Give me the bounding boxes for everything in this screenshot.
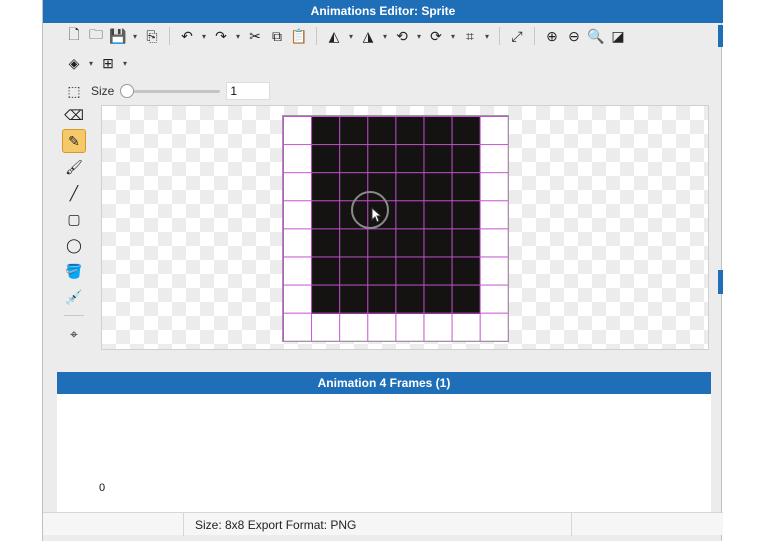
toolbar-separator (316, 27, 317, 45)
line-tool-icon[interactable]: ╱ (62, 181, 86, 205)
frames-header: Animation 4 Frames (1) (57, 372, 711, 394)
pencil-tool-icon[interactable]: ✎ (62, 129, 86, 153)
sprite-canvas[interactable] (282, 115, 509, 342)
cut-icon[interactable]: ✂ (244, 25, 266, 47)
redo-icon[interactable]: ↷ (210, 25, 232, 47)
crop-chevron-icon[interactable]: ▾ (481, 25, 493, 47)
rotate-right-icon[interactable]: ⟳ (425, 25, 447, 47)
grid-icon[interactable]: ⊞ (97, 52, 119, 74)
redo-menu-chevron-icon[interactable]: ▾ (232, 25, 244, 47)
toolbar-separator (169, 27, 170, 45)
size-input[interactable]: 1 (226, 82, 271, 100)
brush-tool-icon[interactable]: 🖌 (62, 155, 86, 179)
rotate-left-icon[interactable]: ⟲ (391, 25, 413, 47)
status-divider (183, 513, 184, 536)
tool-palette: ⌫ ✎ 🖌 ╱ ▢ ◯ 🪣 💉 ⌖ (61, 103, 87, 348)
frames-panel: Animation 4 Frames (1) 0 (57, 372, 711, 512)
animations-editor-window: Animations Editor: Sprite 🗋 🗀 💾 ▾ ⎘ ↶ ▾ ↷ ▾ ✂ ⧉ 📋 ◭ ▾… (42, 0, 723, 541)
copy-icon[interactable]: ⧉ (266, 25, 288, 47)
size-slider[interactable] (120, 83, 221, 99)
flip-horizontal-chevron-icon[interactable]: ▾ (345, 25, 357, 47)
size-slider-track (120, 90, 221, 93)
tool-separator (64, 315, 84, 316)
background-blue-strip (718, 270, 723, 294)
toolbar-separator (534, 27, 535, 45)
rotate-right-chevron-icon[interactable]: ▾ (447, 25, 459, 47)
status-divider (571, 513, 572, 536)
save-menu-chevron-icon[interactable]: ▾ (129, 25, 141, 47)
flip-vertical-icon[interactable]: ◮ (357, 25, 379, 47)
export-icon[interactable]: ⎘ (141, 25, 163, 47)
mouse-cursor-icon (371, 207, 383, 223)
background-blue-strip (718, 25, 723, 47)
flip-horizontal-icon[interactable]: ◭ (323, 25, 345, 47)
screen: Animations Editor: Sprite 🗋 🗀 💾 ▾ ⎘ ↶ ▾ ↷ ▾ ✂ ⧉ 📋 ◭ ▾… (0, 0, 763, 541)
eyedropper-tool-icon[interactable]: 💉 (62, 285, 86, 309)
pixel-grid (283, 116, 508, 341)
layers-chevron-icon[interactable]: ▾ (85, 52, 97, 74)
secondary-toolbar: ◈ ▾ ⊞ ▾ (63, 50, 131, 76)
marquee-select-icon[interactable]: ⬚ (63, 80, 85, 102)
rotate-left-chevron-icon[interactable]: ▾ (413, 25, 425, 47)
undo-menu-chevron-icon[interactable]: ▾ (198, 25, 210, 47)
save-icon[interactable]: 💾 (107, 25, 129, 47)
zoom-fit-icon[interactable]: 🔍 (585, 25, 607, 47)
status-text: Size: 8x8 Export Format: PNG (195, 518, 357, 532)
frame-index-label: 0 (99, 482, 106, 494)
editor-main: 🗋 🗀 💾 ▾ ⎘ ↶ ▾ ↷ ▾ ✂ ⧉ 📋 ◭ ▾ ◮ ▾ ⟲ ▾ ⟳ ▾ ⌗ ▾ ⤢ ⊕ ⊖ 🔍 ◪ ◈ ▾ ⊞ ▾ ⬚ Size … (53, 23, 713, 368)
ellipse-tool-icon[interactable]: ◯ (62, 233, 86, 257)
open-folder-icon[interactable]: 🗀 (85, 25, 107, 47)
grid-chevron-icon[interactable]: ▾ (119, 52, 131, 74)
layers-icon[interactable]: ◈ (63, 52, 85, 74)
crop-icon[interactable]: ⌗ (459, 25, 481, 47)
size-label: Size (91, 84, 115, 98)
toolbar-separator (499, 27, 500, 45)
cursor-highlight (351, 191, 389, 229)
window-title: Animations Editor: Sprite (43, 0, 723, 23)
paint-bucket-tool-icon[interactable]: 🪣 (62, 259, 86, 283)
new-file-icon[interactable]: 🗋 (63, 25, 85, 47)
paste-icon[interactable]: 📋 (288, 25, 310, 47)
origin-tool-icon[interactable]: ⌖ (62, 322, 86, 346)
rectangle-tool-icon[interactable]: ▢ (62, 207, 86, 231)
zoom-in-icon[interactable]: ⊕ (541, 25, 563, 47)
brush-size-toolbar: ⬚ Size 1 (63, 78, 271, 104)
eraser-tool-icon[interactable]: ⌫ (62, 103, 86, 127)
main-toolbar: 🗋 🗀 💾 ▾ ⎘ ↶ ▾ ↷ ▾ ✂ ⧉ 📋 ◭ ▾ ◮ ▾ ⟲ ▾ ⟳ ▾ ⌗ ▾ ⤢ ⊕ ⊖ 🔍 ◪ (63, 23, 629, 49)
zoom-out-icon[interactable]: ⊖ (563, 25, 585, 47)
undo-icon[interactable]: ↶ (176, 25, 198, 47)
status-bar: Size: 8x8 Export Format: PNG (43, 512, 723, 536)
size-slider-thumb[interactable] (120, 84, 135, 98)
flip-vertical-chevron-icon[interactable]: ▾ (379, 25, 391, 47)
resize-icon[interactable]: ⤢ (506, 25, 528, 47)
fill-background-icon[interactable]: ◪ (607, 25, 629, 47)
sprite-canvas-area[interactable] (101, 105, 709, 350)
